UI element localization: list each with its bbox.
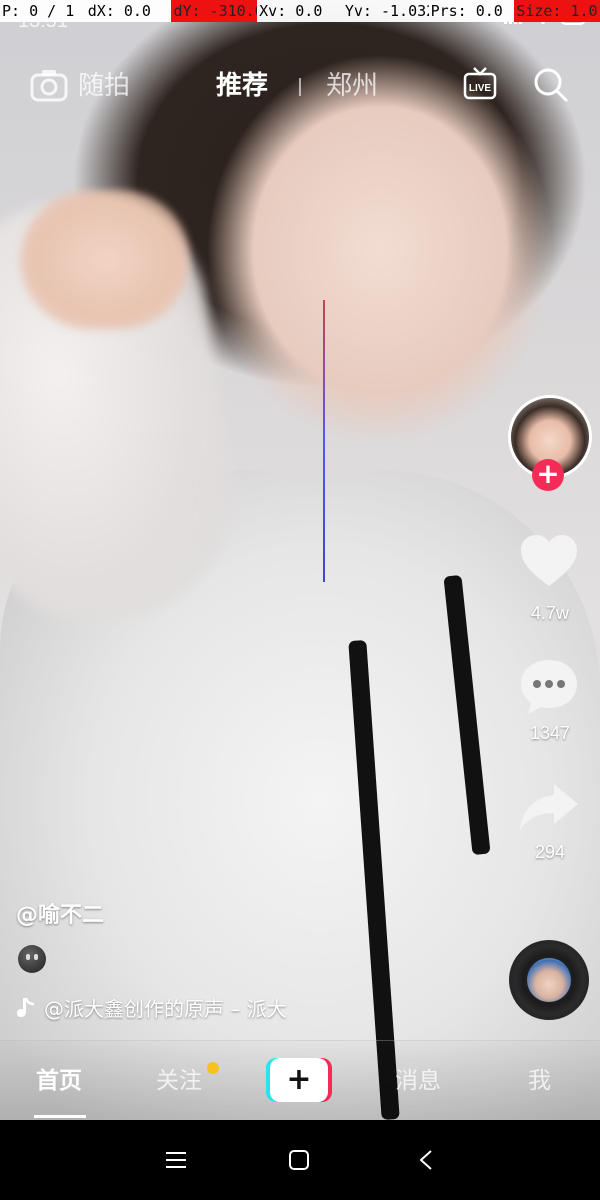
- notification-dot: [207, 1062, 219, 1074]
- debug-dx: dX: 0.0: [85, 0, 172, 22]
- share-count: 294: [534, 842, 566, 862]
- share-icon[interactable]: [518, 782, 580, 834]
- heart-icon[interactable]: [518, 530, 580, 592]
- like-count: 4.7w: [530, 603, 570, 623]
- debug-yv: Yv: -1.032: [342, 0, 429, 22]
- plus-icon: +: [270, 1058, 328, 1102]
- search-icon[interactable]: [532, 66, 570, 104]
- debug-size: Size: 1.0: [514, 0, 600, 22]
- live-icon[interactable]: LIVE: [462, 66, 498, 102]
- back-icon[interactable]: [418, 1149, 434, 1171]
- video-hand: [20, 190, 190, 330]
- tab-follow[interactable]: 关注: [156, 1041, 202, 1121]
- follow-button[interactable]: +: [532, 459, 564, 491]
- nav-divider: [299, 78, 301, 96]
- tab-city[interactable]: 郑州: [326, 58, 378, 114]
- top-nav: 随拍 推荐 郑州 LIVE: [0, 58, 600, 114]
- video-player[interactable]: [0, 0, 600, 1120]
- active-tab-indicator: [34, 1115, 86, 1118]
- home-icon[interactable]: [288, 1149, 310, 1171]
- comment-count: 1347: [529, 723, 571, 743]
- debug-pointer: P: 0 / 1: [0, 0, 86, 22]
- system-nav-bar: [0, 1120, 600, 1200]
- touch-trace-line: [323, 300, 325, 582]
- comment-icon[interactable]: [518, 656, 580, 718]
- camera-icon[interactable]: [30, 68, 68, 102]
- tab-messages[interactable]: 消息: [395, 1041, 441, 1121]
- pointer-location-overlay: P: 0 / 1 dX: 0.0 dY: -310.0 Xv: 0.0 Yv: …: [0, 0, 600, 22]
- svg-text:LIVE: LIVE: [469, 83, 492, 94]
- music-disc[interactable]: [509, 940, 589, 1020]
- debug-dy: dY: -310.0: [171, 0, 258, 22]
- tab-recommend[interactable]: 推荐: [216, 58, 268, 114]
- debug-prs: Prs: 0.0: [428, 0, 515, 22]
- menu-icon[interactable]: [165, 1150, 187, 1170]
- music-info[interactable]: @派大鑫创作的原声 – 派大: [16, 993, 287, 1022]
- author-username[interactable]: @喻不二: [16, 897, 104, 929]
- tab-random-shot[interactable]: 随拍: [78, 58, 130, 114]
- music-title: @派大鑫创作的原声 – 派大: [44, 997, 287, 1021]
- create-video-button[interactable]: +: [266, 1058, 332, 1102]
- debug-xv: Xv: 0.0: [257, 0, 343, 22]
- tiktok-note-icon: [17, 997, 35, 1017]
- music-cover: [527, 958, 571, 1002]
- tab-me[interactable]: 我: [528, 1041, 551, 1121]
- caption-emoji: [18, 945, 46, 973]
- tab-home[interactable]: 首页: [36, 1041, 82, 1121]
